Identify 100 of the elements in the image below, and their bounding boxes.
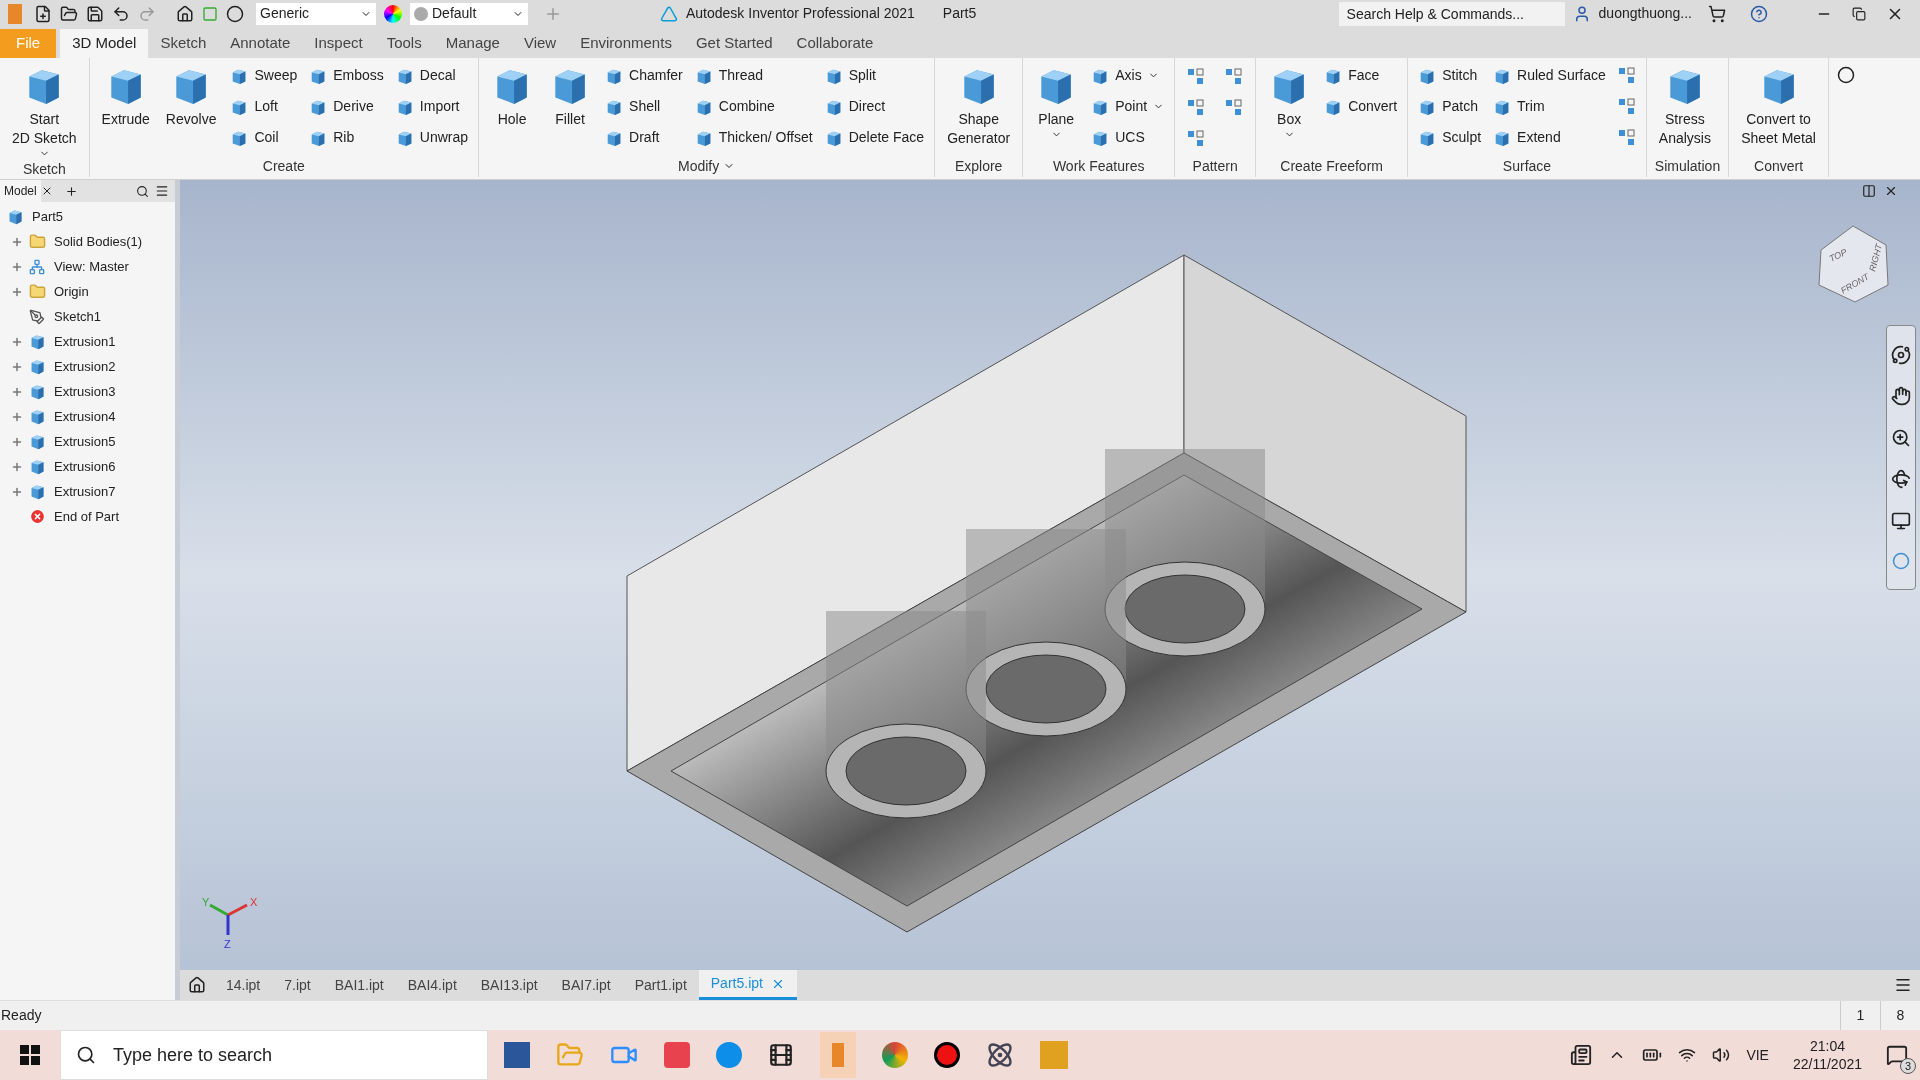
ribbon-tool-button[interactable]: Derive	[305, 91, 388, 122]
ribbon-tool-button[interactable]: Convert	[1320, 91, 1402, 122]
document-tab[interactable]: BAI7.ipt	[549, 970, 623, 1000]
open-folder-icon[interactable]	[60, 4, 78, 23]
taskbar-search-field[interactable]: Type here to search	[60, 1030, 488, 1080]
expand-icon[interactable]	[11, 385, 23, 398]
add-icon[interactable]	[64, 184, 78, 198]
ribbon-large-button[interactable]: Stress Analysis	[1652, 60, 1717, 148]
cube-face-label[interactable]: TOP	[1827, 247, 1849, 264]
ribbon-tool-button[interactable]: Combine	[690, 91, 817, 122]
ribbon-large-button[interactable]: Revolve	[159, 60, 223, 129]
ribbon-tool-button[interactable]: Rib	[305, 122, 388, 153]
ribbon-tool-button[interactable]: Split	[820, 60, 929, 91]
news-icon[interactable]	[1570, 1044, 1593, 1066]
home-icon[interactable]	[188, 976, 206, 994]
expand-icon[interactable]	[11, 335, 23, 348]
ribbon-large-button[interactable]: Plane	[1029, 60, 1084, 140]
ribbon-large-button[interactable]: Box	[1262, 60, 1317, 140]
document-tab[interactable]: BAI4.ipt	[395, 970, 469, 1000]
ribbon-tab[interactable]: Environments	[568, 29, 684, 58]
expand-icon[interactable]	[11, 235, 23, 248]
search-icon[interactable]	[136, 184, 149, 198]
ribbon-tool-button[interactable]: Shell	[601, 91, 687, 122]
menu-icon[interactable]	[155, 184, 169, 198]
cart-icon[interactable]	[1708, 4, 1726, 23]
view-face-icon[interactable]	[1891, 510, 1911, 531]
restore-icon[interactable]	[1852, 6, 1866, 21]
ribbon-tab[interactable]: 3D Model	[60, 29, 149, 58]
new-file-icon[interactable]	[34, 4, 52, 23]
ribbon-tab[interactable]: Tools	[374, 29, 434, 58]
windows-start-icon[interactable]	[20, 1045, 40, 1065]
ribbon-tab[interactable]: Get Started	[683, 29, 785, 58]
help-icon[interactable]	[1750, 4, 1768, 23]
ribbon-tab[interactable]: Annotate	[218, 29, 303, 58]
atom-app-icon[interactable]	[986, 1041, 1014, 1069]
ribbon-tool-button[interactable]: Sweep	[226, 60, 302, 91]
ribbon-tool-button[interactable]: UCS	[1087, 122, 1169, 153]
tree-item[interactable]: Extrusion6	[54, 456, 116, 477]
undo-icon[interactable]	[112, 4, 130, 23]
help-search-field[interactable]: Search Help & Commands...	[1338, 1, 1565, 26]
tree-item[interactable]: Part5	[32, 206, 64, 227]
menu-icon[interactable]	[1894, 976, 1912, 994]
ribbon-tool-button[interactable]: Face	[1320, 60, 1402, 91]
film-app-icon[interactable]	[768, 1042, 794, 1068]
browser-tab[interactable]: Model	[0, 180, 41, 202]
document-tab[interactable]: 7.ipt	[272, 970, 323, 1000]
expand-icon[interactable]	[11, 435, 23, 448]
tree-item[interactable]: Origin	[54, 281, 89, 302]
ribbon-large-button[interactable]: Shape Generator	[941, 60, 1017, 148]
zoom-icon[interactable]	[1891, 427, 1911, 448]
expand-icon[interactable]	[11, 360, 23, 373]
ribbon-large-button[interactable]: Fillet	[543, 60, 598, 129]
document-tab[interactable]: Part1.ipt	[622, 970, 699, 1000]
ribbon-tool-button[interactable]: Thread	[690, 60, 817, 91]
expand-icon[interactable]	[11, 485, 23, 498]
expand-icon[interactable]	[11, 260, 23, 273]
appearance-dropdown[interactable]: Default	[410, 2, 528, 25]
tree-item[interactable]: Extrusion4	[54, 406, 116, 427]
ribbon-tool-button[interactable]: Axis	[1087, 60, 1169, 91]
ribbon-tab[interactable]: Collaborate	[784, 29, 886, 58]
ribbon-tool-button[interactable]: Sculpt	[1414, 122, 1486, 153]
ribbon-tool-button[interactable]: Draft	[601, 122, 687, 153]
save-icon[interactable]	[86, 4, 104, 23]
home-icon[interactable]	[176, 4, 194, 23]
tree-item[interactable]: Sketch1	[54, 306, 101, 327]
ribbon-tool-button[interactable]: Trim	[1489, 91, 1610, 122]
ribbon-tool-button[interactable]: Patch	[1414, 91, 1486, 122]
expand-icon[interactable]	[11, 285, 23, 298]
document-tab[interactable]: BAI13.ipt	[468, 970, 550, 1000]
ribbon-large-button[interactable]: Extrude	[95, 60, 156, 129]
ribbon-tool-button[interactable]: Stitch	[1414, 60, 1486, 91]
material-dropdown[interactable]: Generic	[256, 2, 376, 25]
ribbon-tool-button[interactable]: Ruled Surface	[1489, 60, 1610, 91]
ribbon-tool-button[interactable]: Chamfer	[601, 60, 687, 91]
expand-icon[interactable]	[11, 460, 23, 473]
ribbon-tool-button[interactable]: Direct	[820, 91, 929, 122]
user-name[interactable]: duongthuong...	[1598, 3, 1692, 24]
ribbon-tool-button[interactable]: Point	[1087, 91, 1169, 122]
tree-item[interactable]: Extrusion3	[54, 381, 116, 402]
ribbon-tool-button[interactable]: Decal	[391, 60, 473, 91]
record-app-icon[interactable]	[934, 1042, 960, 1068]
ribbon-tool-button[interactable]: Import	[391, 91, 473, 122]
clock[interactable]: 21:04 22/11/2021	[1792, 1037, 1862, 1073]
split-view-icon[interactable]	[1862, 184, 1876, 198]
tree-item[interactable]: Extrusion2	[54, 356, 116, 377]
language-indicator[interactable]: VIE	[1746, 1044, 1769, 1066]
ribbon-tool-button[interactable]: Unwrap	[391, 122, 473, 153]
close-icon[interactable]	[1884, 184, 1898, 198]
color-wheel-icon[interactable]	[384, 4, 402, 23]
ribbon-tab[interactable]: Manage	[433, 29, 512, 58]
browser-app-icon[interactable]	[882, 1042, 908, 1068]
ribbon-tab[interactable]: Inspect	[302, 29, 375, 58]
document-tab[interactable]: 14.ipt	[214, 970, 273, 1000]
ribbon-tool-button[interactable]: Thicken/ Offset	[690, 122, 817, 153]
ribbon-large-button[interactable]: Start 2D Sketch	[6, 60, 83, 159]
tree-item[interactable]: Solid Bodies(1)	[54, 231, 143, 252]
ribbon-large-button[interactable]: Convert to Sheet Metal	[1735, 60, 1822, 148]
ribbon-tool-button[interactable]: Delete Face	[820, 122, 929, 153]
tree-item[interactable]: Extrusion1	[54, 331, 116, 352]
ribbon-tool-button[interactable]: Extend	[1489, 122, 1610, 153]
